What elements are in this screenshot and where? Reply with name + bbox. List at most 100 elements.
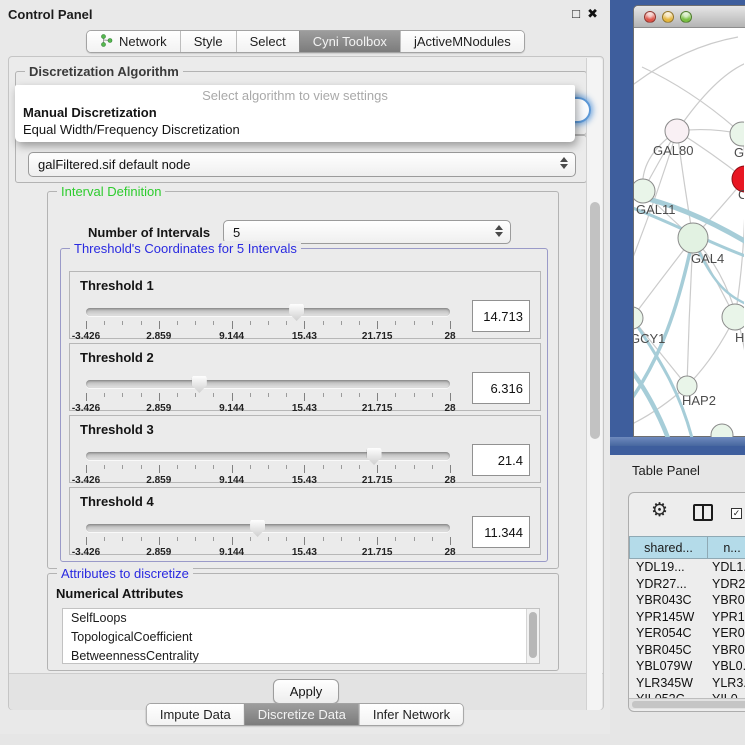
- slider-track[interactable]: [86, 452, 450, 460]
- attribute-list-item[interactable]: BetweennessCentrality: [63, 647, 539, 664]
- table-row[interactable]: YBR045CYBR0...: [629, 642, 745, 659]
- slider-thumb[interactable]: [250, 520, 265, 537]
- algorithm-dropdown-popup: Select algorithm to view settings Manual…: [15, 85, 575, 142]
- threshold-label: Threshold 1: [80, 278, 154, 293]
- tick-label: 9.144: [219, 331, 244, 342]
- column-header-shared-name[interactable]: shared...: [629, 536, 708, 559]
- slider-track[interactable]: [86, 380, 450, 388]
- attribute-list-item[interactable]: SelfLoops: [63, 609, 539, 628]
- network-view-window: GAL80GCGAL11GAL4GCY1HHAP2: [633, 5, 745, 437]
- tick-mark: [395, 321, 396, 325]
- attributes-group: Attributes to discretize Numerical Attri…: [47, 573, 559, 671]
- scrollbar-thumb[interactable]: [590, 202, 600, 439]
- zoom-traffic-light[interactable]: [680, 11, 692, 23]
- tick-mark: [104, 393, 105, 397]
- tick-mark: [177, 537, 178, 541]
- split-columns-icon[interactable]: [693, 504, 713, 521]
- tick-mark: [304, 393, 305, 401]
- tab-jactivemnodules[interactable]: jActiveMNodules: [400, 31, 524, 52]
- panel-scrollbar[interactable]: [586, 58, 602, 710]
- slider-track[interactable]: [86, 524, 450, 532]
- network-node-gal11[interactable]: [634, 179, 655, 203]
- table-row[interactable]: YDL19...YDL1...: [629, 559, 745, 576]
- slider-tick-labels: -3.4262.8599.14415.4321.71528: [86, 403, 450, 414]
- network-node[interactable]: [711, 424, 733, 437]
- table-row[interactable]: YLR345WYLR3...: [629, 675, 745, 692]
- tick-label: -3.426: [72, 547, 100, 558]
- tick-mark: [86, 321, 87, 329]
- tick-mark: [86, 393, 87, 401]
- network-edge[interactable]: [642, 67, 742, 134]
- tick-label: -3.426: [72, 475, 100, 486]
- threshold-value-field[interactable]: 11.344: [472, 516, 530, 548]
- cell-shared-name: YER054C: [629, 626, 705, 640]
- dropdown-option-manual[interactable]: Manual Discretization: [15, 104, 575, 121]
- tick-mark: [86, 465, 87, 473]
- network-edge[interactable]: [634, 37, 738, 87]
- minimize-traffic-light[interactable]: [662, 11, 674, 23]
- network-edge-highlighted[interactable]: [634, 369, 668, 437]
- tab-cyni-toolbox[interactable]: Cyni Toolbox: [299, 31, 400, 52]
- threshold-value-field[interactable]: 6.316: [472, 372, 530, 404]
- table-row[interactable]: YBR043CYBR0...: [629, 592, 745, 609]
- table-row[interactable]: YIL052CYIL0...: [629, 691, 745, 698]
- tick-mark: [268, 393, 269, 397]
- panel-title: Control Panel: [8, 7, 93, 22]
- stepper-arrows-icon: [560, 157, 568, 169]
- threshold-value-field[interactable]: 14.713: [472, 300, 530, 332]
- tab-impute-data[interactable]: Impute Data: [147, 704, 244, 725]
- attribute-list-item[interactable]: TopologicalCoefficient: [63, 628, 539, 647]
- network-node-gal80[interactable]: [665, 119, 689, 143]
- close-traffic-light[interactable]: [644, 11, 656, 23]
- tab-infer-network[interactable]: Infer Network: [359, 704, 463, 725]
- table-data-combobox[interactable]: galFiltered.sif default node: [28, 152, 576, 177]
- network-canvas[interactable]: GAL80GCGAL11GAL4GCY1HHAP2: [634, 29, 744, 437]
- tick-mark: [450, 393, 451, 401]
- attributes-list-scrollbar[interactable]: [526, 609, 539, 663]
- tick-mark: [159, 321, 160, 329]
- tick-mark: [104, 321, 105, 325]
- network-window-titlebar[interactable]: [634, 6, 745, 28]
- tick-mark: [341, 465, 342, 469]
- threshold-value-field[interactable]: 21.4: [472, 444, 530, 476]
- cell-name: YLR3...: [705, 676, 745, 690]
- network-edge[interactable]: [634, 318, 687, 386]
- slider-thumb[interactable]: [289, 304, 304, 321]
- tab-select-label: Select: [250, 34, 286, 49]
- dropdown-option-equal-width[interactable]: Equal Width/Frequency Discretization: [15, 121, 575, 138]
- scrollbar-thumb[interactable]: [529, 612, 537, 658]
- tab-discretize-data-label: Discretize Data: [258, 707, 346, 722]
- tab-network[interactable]: Network: [87, 31, 180, 52]
- table-row[interactable]: YPR145WYPR1...: [629, 609, 745, 626]
- cell-shared-name: YPR145W: [629, 610, 705, 624]
- network-node-gal4[interactable]: [678, 223, 708, 253]
- table-row[interactable]: YDR27...YDR2...: [629, 576, 745, 593]
- horizontal-scrollbar[interactable]: [629, 698, 745, 709]
- node-label-c: C: [738, 187, 744, 202]
- tab-discretize-data[interactable]: Discretize Data: [244, 704, 359, 725]
- table-panel-header: Table Panel: [610, 455, 745, 485]
- network-edge[interactable]: [677, 63, 744, 131]
- slider-track[interactable]: [86, 308, 450, 316]
- close-icon[interactable]: ✖: [587, 6, 598, 22]
- column-header-name[interactable]: n...: [708, 536, 745, 559]
- network-node-h[interactable]: [722, 304, 744, 330]
- cell-name: YBR0...: [705, 593, 745, 607]
- desktop-background: GAL80GCGAL11GAL4GCY1HHAP2: [610, 0, 745, 455]
- dropdown-hint-item[interactable]: Select algorithm to view settings: [15, 87, 575, 104]
- tick-label: 2.859: [146, 403, 171, 414]
- float-window-icon[interactable]: □: [572, 6, 580, 21]
- gear-icon[interactable]: ⚙: [651, 501, 668, 520]
- network-node-gcy1[interactable]: [634, 307, 643, 329]
- tick-mark: [86, 537, 87, 545]
- slider-thumb[interactable]: [367, 448, 382, 465]
- tab-style[interactable]: Style: [180, 31, 236, 52]
- tab-select[interactable]: Select: [236, 31, 299, 52]
- tick-mark: [359, 321, 360, 325]
- checkbox-icon[interactable]: ✓: [731, 508, 742, 519]
- table-row[interactable]: YBL079WYBL0...: [629, 658, 745, 675]
- apply-button[interactable]: Apply: [273, 679, 339, 704]
- scrollbar-thumb[interactable]: [632, 701, 745, 708]
- table-row[interactable]: YER054CYER0...: [629, 625, 745, 642]
- slider-thumb[interactable]: [192, 376, 207, 393]
